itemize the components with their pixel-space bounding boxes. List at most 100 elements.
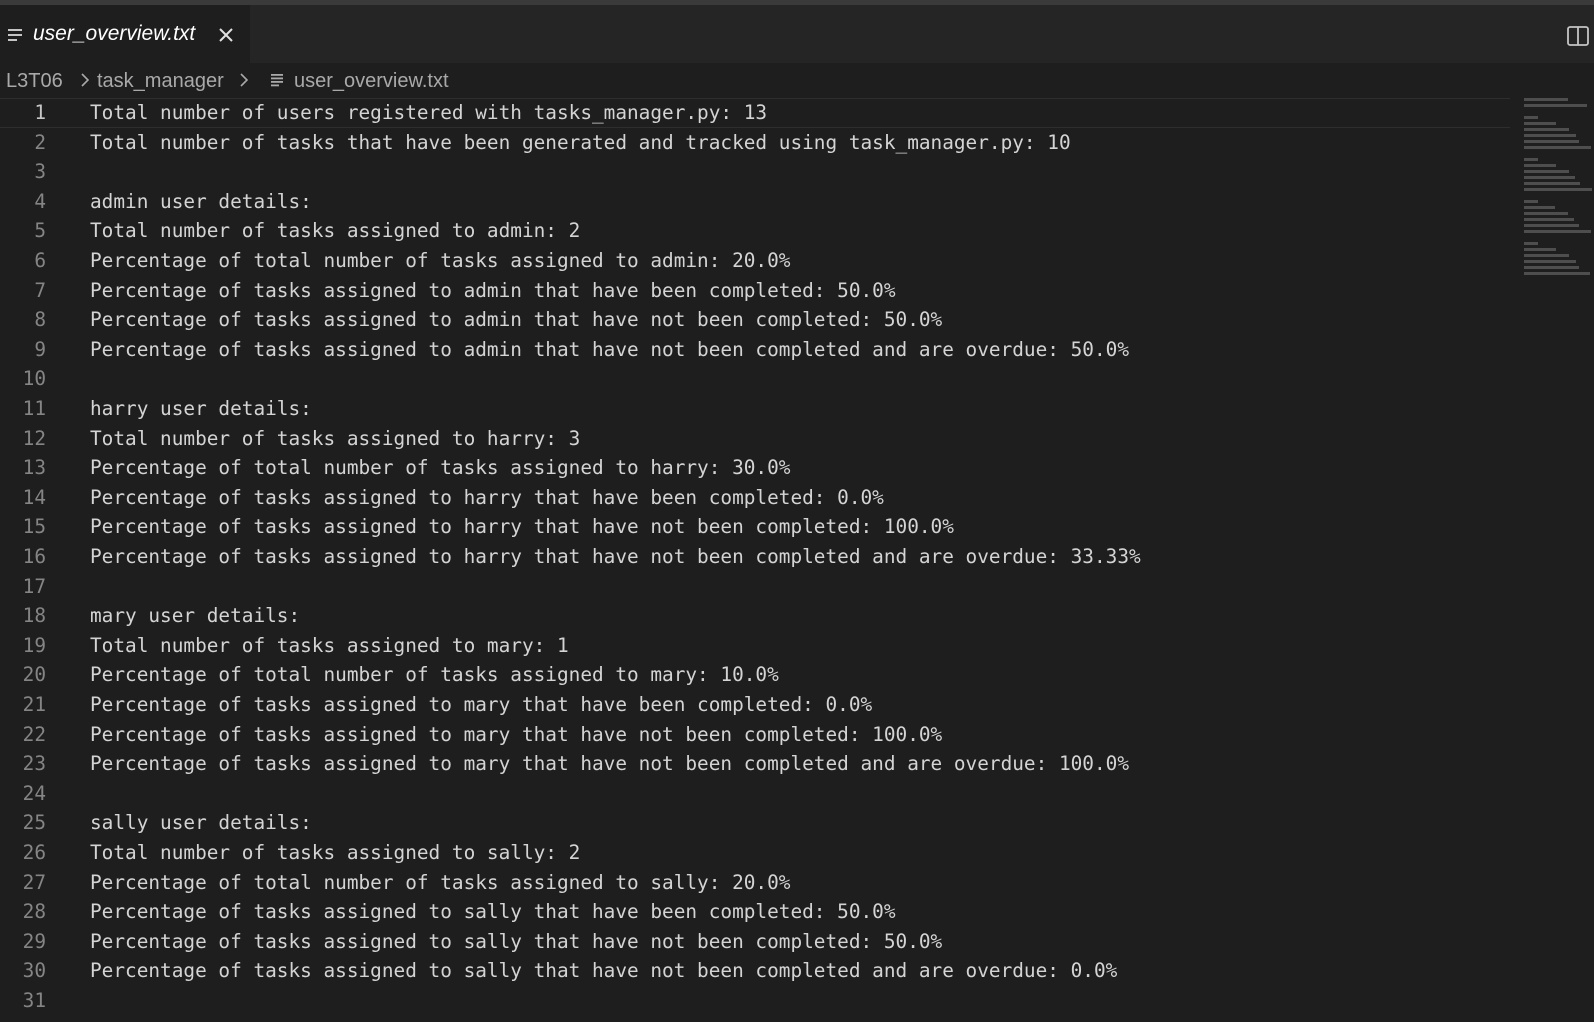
editor-line[interactable]: 4 admin user details: — [0, 187, 1510, 217]
editor-line[interactable]: 12 Total number of tasks assigned to harr… — [0, 424, 1510, 454]
editor-line[interactable]: 3 — [0, 157, 1510, 187]
line-number: 28 — [22, 900, 46, 924]
close-icon[interactable] — [216, 25, 236, 45]
editor-line[interactable]: 14 Percentage of tasks assigned to harry … — [0, 483, 1510, 513]
line-number: 10 — [22, 367, 46, 391]
editor-line[interactable]: 15 Percentage of tasks assigned to harry … — [0, 512, 1510, 542]
line-number: 27 — [22, 870, 46, 894]
line-number: 9 — [34, 337, 46, 361]
editor-line[interactable]: 24 — [0, 779, 1510, 809]
minimap-line — [1524, 134, 1576, 137]
line-number: 23 — [22, 752, 46, 776]
line-number: 26 — [22, 841, 46, 864]
line-number: 6 — [34, 249, 46, 272]
line-text: harry user details: — [90, 397, 312, 420]
line-number: 25 — [22, 811, 46, 835]
editor-line[interactable]: 21 Percentage of tasks assigned to mary t… — [0, 690, 1510, 720]
editor-line[interactable]: 30 Percentage of tasks assigned to sally … — [0, 956, 1510, 986]
line-text: Percentage of tasks assigned to mary tha… — [90, 752, 1129, 776]
line-text: Percentage of tasks assigned to mary tha… — [90, 693, 873, 716]
line-text: Percentage of total number of tasks assi… — [90, 456, 791, 480]
editor-line[interactable]: 13 Percentage of total number of tasks as… — [0, 453, 1510, 483]
minimap-line — [1524, 212, 1568, 215]
line-number: 13 — [22, 456, 46, 480]
line-number: 21 — [22, 693, 46, 716]
minimap-line — [1524, 164, 1556, 167]
minimap-line — [1524, 230, 1591, 233]
editor-line[interactable]: 16 Percentage of tasks assigned to harry … — [0, 542, 1510, 572]
breadcrumb: L3T06 task_manager user_overview.txt — [0, 63, 1594, 98]
minimap-line — [1524, 242, 1538, 245]
minimap-line — [1524, 272, 1590, 275]
line-text: Percentage of tasks assigned to harry th… — [90, 515, 954, 539]
editor-line[interactable]: 5 Total number of tasks assigned to admin… — [0, 216, 1510, 246]
minimap-line — [1524, 188, 1592, 191]
editor-line[interactable]: 19 Total number of tasks assigned to mary… — [0, 631, 1510, 661]
editor-line[interactable]: 20 Percentage of total number of tasks as… — [0, 660, 1510, 690]
editor-line[interactable]: 9 Percentage of tasks assigned to admin t… — [0, 335, 1510, 365]
editor-line[interactable]: 18 mary user details: — [0, 601, 1510, 631]
editor-line[interactable]: 31 — [0, 986, 1510, 1016]
editor-line[interactable]: 10 — [0, 364, 1510, 394]
line-text: mary user details: — [90, 604, 301, 628]
minimap-line — [1524, 140, 1579, 143]
line-text: Percentage of total number of tasks assi… — [90, 249, 791, 272]
breadcrumb-item-file[interactable]: user_overview.txt — [294, 68, 449, 94]
minimap-line — [1524, 146, 1591, 149]
line-number: 15 — [22, 515, 46, 539]
line-number: 5 — [34, 219, 46, 243]
line-text: Percentage of tasks assigned to mary tha… — [90, 722, 943, 746]
minimap-line — [1524, 254, 1569, 257]
editor-line[interactable]: 25 sally user details: — [0, 808, 1510, 838]
line-text: Total number of tasks assigned to admin:… — [90, 219, 581, 243]
chevron-right-icon — [81, 73, 90, 87]
line-text: Percentage of tasks assigned to sally th… — [90, 900, 896, 924]
line-text: Percentage of total number of tasks assi… — [90, 663, 779, 687]
breadcrumb-item-folder-task-manager[interactable]: task_manager — [97, 68, 224, 94]
editor-line[interactable]: 17 — [0, 572, 1510, 602]
line-number: 4 — [34, 189, 46, 213]
editor-line[interactable]: 6 Percentage of total number of tasks ass… — [0, 246, 1510, 276]
minimap-line — [1524, 266, 1579, 269]
tab-title: user_overview.txt — [33, 22, 196, 45]
editor-line[interactable]: 28 Percentage of tasks assigned to sally … — [0, 897, 1510, 927]
minimap-line — [1524, 182, 1580, 185]
editor-line[interactable]: 22 Percentage of tasks assigned to mary t… — [0, 720, 1510, 750]
line-number: 24 — [22, 781, 46, 805]
split-editor-icon[interactable] — [1567, 25, 1589, 47]
line-text: Total number of tasks assigned to sally:… — [90, 841, 581, 864]
editor-line[interactable]: 23 Percentage of tasks assigned to mary t… — [0, 749, 1510, 779]
editor-line[interactable]: 26 Total number of tasks assigned to sall… — [0, 838, 1510, 868]
line-number: 18 — [22, 604, 46, 628]
line-number: 11 — [22, 397, 46, 420]
line-number: 2 — [34, 130, 46, 154]
line-number: 31 — [22, 989, 46, 1012]
line-number: 22 — [22, 722, 46, 746]
line-text: Percentage of tasks assigned to admin th… — [90, 308, 943, 332]
editor-line[interactable]: 7 Percentage of tasks assigned to admin t… — [0, 276, 1510, 306]
minimap-line — [1524, 128, 1569, 131]
minimap-line — [1524, 116, 1538, 119]
minimap-line — [1524, 122, 1556, 125]
line-text: Total number of tasks assigned to mary: … — [90, 633, 569, 657]
line-number: 29 — [22, 929, 46, 953]
editor-line[interactable]: 11 harry user details: — [0, 394, 1510, 424]
line-number: 7 — [34, 278, 46, 302]
minimap-line — [1524, 104, 1587, 107]
minimap-line — [1524, 200, 1538, 203]
line-text: Total number of tasks assigned to harry:… — [90, 426, 581, 450]
editor-line[interactable]: 27 Percentage of total number of tasks as… — [0, 868, 1510, 898]
breadcrumb-item-folder-l3t06[interactable]: L3T06 — [6, 68, 63, 94]
editor-line[interactable]: 8 Percentage of tasks assigned to admin t… — [0, 305, 1510, 335]
editor-text-area[interactable]: 1 Total number of users registered with t… — [0, 98, 1594, 1022]
line-text: Percentage of tasks assigned to admin th… — [90, 337, 1129, 361]
editor-line[interactable]: 29 Percentage of tasks assigned to sally … — [0, 927, 1510, 957]
line-number: 14 — [22, 485, 46, 509]
tab-user-overview[interactable]: user_overview.txt — [0, 5, 250, 63]
minimap-line — [1524, 248, 1556, 251]
line-text: Total number of tasks that have been gen… — [90, 130, 1071, 154]
line-number: 3 — [34, 160, 46, 184]
editor-line[interactable]: 2 Total number of tasks that have been ge… — [0, 128, 1510, 158]
editor-line[interactable]: 1 Total number of users registered with t… — [0, 98, 1510, 128]
minimap[interactable] — [1524, 98, 1594, 288]
